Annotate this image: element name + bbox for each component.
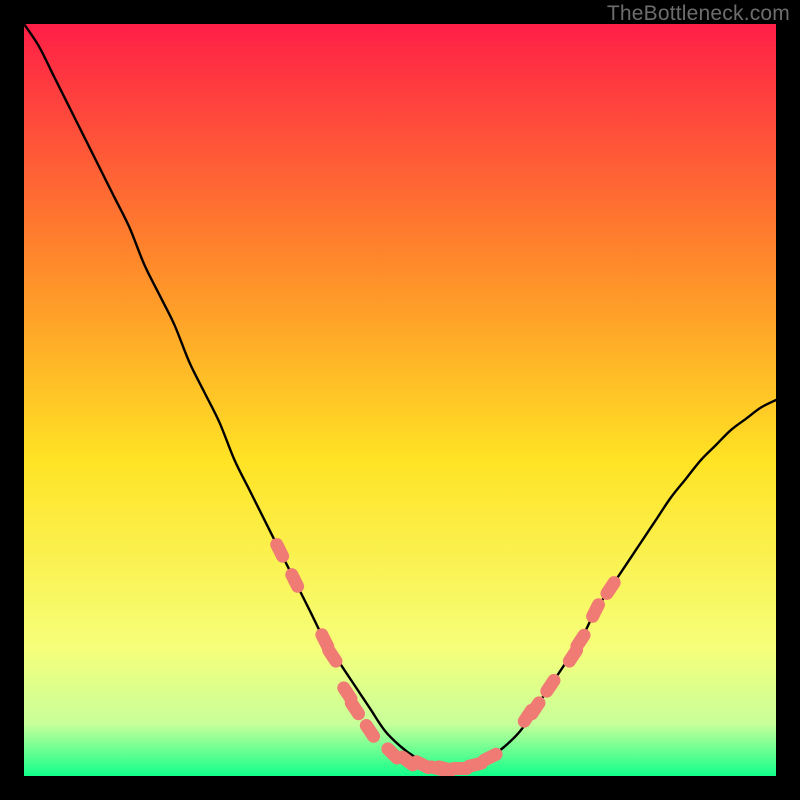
- chart-plot-area: [24, 24, 776, 776]
- chart-svg: [24, 24, 776, 776]
- chart-background-gradient: [24, 24, 776, 776]
- chart-frame: TheBottleneck.com: [0, 0, 800, 800]
- watermark-text: TheBottleneck.com: [607, 2, 790, 26]
